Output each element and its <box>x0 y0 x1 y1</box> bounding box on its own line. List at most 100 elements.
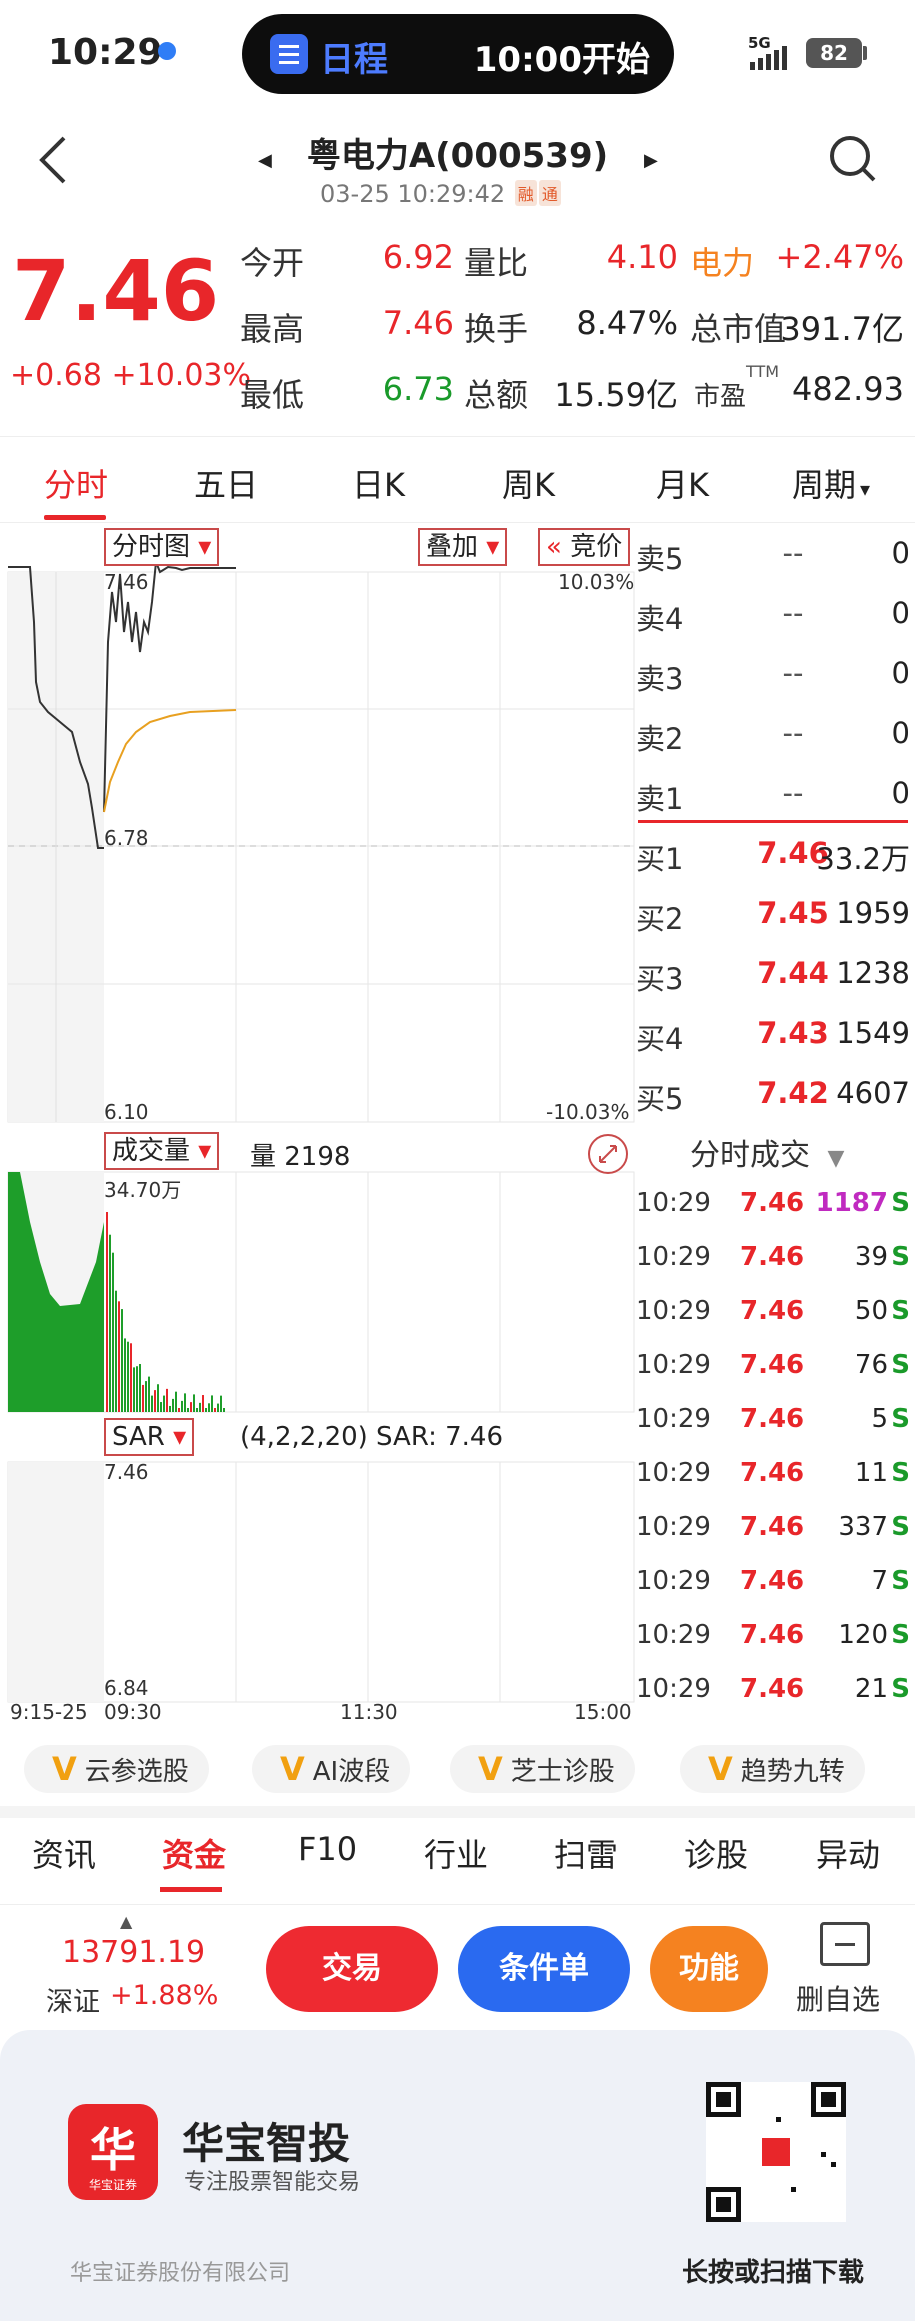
tab-3[interactable]: 周K <box>502 460 555 506</box>
trade-button[interactable]: 交易 <box>266 1926 438 2012</box>
tab-5[interactable]: 周期 ▾ <box>792 460 870 506</box>
tick-side: S <box>891 1512 910 1542</box>
tab-1[interactable]: 五日 <box>194 460 258 506</box>
volume-bar <box>142 1384 144 1412</box>
stat-value: 7.46 <box>382 304 454 342</box>
volume-label: 成交量 <box>112 1136 191 1166</box>
caret-down-icon: ▾ <box>486 532 500 562</box>
tick-row[interactable]: 10:29 7.46 50 S <box>636 1288 910 1338</box>
tick-side: S <box>891 1458 910 1488</box>
level-price: 7.44 <box>757 956 829 990</box>
info-tab[interactable]: 异动 <box>816 1830 880 1876</box>
ask-row[interactable]: 卖1 -- 0 <box>636 768 910 818</box>
tick-side: S <box>891 1188 910 1218</box>
v-badge-icon: V <box>708 1750 733 1788</box>
tick-time: 10:29 <box>636 1188 711 1218</box>
volume-bar <box>223 1408 225 1412</box>
tab-2[interactable]: 日K <box>352 460 405 506</box>
function-button[interactable]: 功能 <box>650 1926 768 2012</box>
tick-price: 7.46 <box>740 1674 805 1704</box>
signal-dot-icon <box>158 42 176 60</box>
ask-row[interactable]: 卖2 -- 0 <box>636 708 910 758</box>
overlay-dropdown[interactable]: 叠加 ▾ <box>418 528 508 566</box>
feature-chip[interactable]: V AI波段 <box>252 1745 411 1793</box>
level-price: 7.42 <box>757 1076 829 1110</box>
ask-row[interactable]: 卖5 -- 0 <box>636 528 910 578</box>
remove-watchlist-icon[interactable] <box>820 1922 870 1966</box>
feature-chip[interactable]: V 云参选股 <box>24 1745 209 1793</box>
tick-row[interactable]: 10:29 7.46 21 S <box>636 1666 910 1716</box>
volume-bar <box>151 1395 153 1412</box>
volume-bar <box>112 1252 114 1412</box>
section-divider <box>0 1806 915 1818</box>
info-tab[interactable]: 扫雷 <box>554 1830 618 1876</box>
expand-icon[interactable] <box>586 1132 630 1176</box>
info-tab[interactable]: 资讯 <box>32 1830 96 1876</box>
bid-row[interactable]: 买3 7.44 1238 <box>636 948 910 998</box>
schedule-label: 日程 <box>320 40 388 80</box>
tick-volume: 21 <box>854 1674 888 1704</box>
logo-subtext: 华宝证券 <box>88 2178 137 2192</box>
ask-row[interactable]: 卖3 -- 0 <box>636 648 910 698</box>
tick-side: S <box>891 1566 910 1596</box>
battery-cap <box>863 46 867 60</box>
tick-row[interactable]: 10:29 7.46 5 S <box>636 1396 910 1446</box>
caret-down-icon: ▾ <box>173 1422 187 1452</box>
volume-bar <box>184 1393 186 1412</box>
stat-label: 今开 <box>240 244 305 282</box>
tick-volume: 1187 <box>815 1188 888 1218</box>
feature-chip[interactable]: V 趋势九转 <box>680 1745 865 1793</box>
tab-0[interactable]: 分时 <box>44 460 108 506</box>
schedule-pill[interactable]: 日程 10:00开始 <box>242 14 674 94</box>
calendar-icon <box>270 34 308 74</box>
level-label: 买4 <box>636 1022 684 1056</box>
info-tab[interactable]: F10 <box>298 1830 357 1868</box>
timechart-dropdown[interactable]: 分时图 ▾ <box>104 528 220 566</box>
tick-price: 7.46 <box>740 1458 805 1488</box>
signal-bars-icon <box>750 46 787 70</box>
tick-row[interactable]: 10:29 7.46 1187 S <box>636 1180 910 1230</box>
tick-row[interactable]: 10:29 7.46 337 S <box>636 1504 910 1554</box>
feature-chip[interactable]: V 芝士诊股 <box>450 1745 635 1793</box>
stat-value: 391.7亿 <box>780 310 904 348</box>
intraday-chart[interactable] <box>0 522 636 1722</box>
auction-toggle[interactable]: « 竞价 <box>538 528 631 566</box>
volume-bar <box>190 1402 192 1412</box>
chip-label: 芝士诊股 <box>510 1757 615 1787</box>
level-label: 买1 <box>636 842 684 876</box>
tab-4[interactable]: 月K <box>656 460 709 506</box>
volume-dropdown[interactable]: 成交量 ▾ <box>104 1132 220 1170</box>
search-icon[interactable] <box>828 134 878 184</box>
remove-watchlist-label[interactable]: 删自选 <box>796 1978 880 2018</box>
bid-row[interactable]: 买4 7.43 1549 <box>636 1008 910 1058</box>
tick-volume: 337 <box>838 1512 888 1542</box>
tick-volume: 11 <box>854 1458 888 1488</box>
ask-row[interactable]: 卖4 -- 0 <box>636 588 910 638</box>
sar-dropdown[interactable]: SAR ▾ <box>104 1418 195 1456</box>
volume-bar <box>217 1403 219 1412</box>
info-tab[interactable]: 诊股 <box>684 1830 748 1876</box>
order-book-divider <box>638 820 908 823</box>
volume-bar <box>175 1391 177 1412</box>
index-value[interactable]: 13791.19 <box>62 1935 205 1970</box>
tick-time: 10:29 <box>636 1296 711 1326</box>
tick-row[interactable]: 10:29 7.46 7 S <box>636 1558 910 1608</box>
volume-bar <box>106 1212 108 1412</box>
next-stock-icon[interactable]: ▶ <box>644 150 658 171</box>
bid-row[interactable]: 买1 7.46 33.2万 <box>636 828 910 878</box>
tick-row[interactable]: 10:29 7.46 39 S <box>636 1234 910 1284</box>
bid-row[interactable]: 买5 7.42 4607 <box>636 1068 910 1118</box>
tick-side: S <box>891 1620 910 1650</box>
tick-row[interactable]: 10:29 7.46 11 S <box>636 1450 910 1500</box>
qr-code-icon[interactable] <box>706 2082 846 2222</box>
tab-active-indicator <box>44 515 106 520</box>
sar-btn-label: SAR <box>112 1422 165 1452</box>
ticks-title[interactable]: 分时成交 ▼ <box>690 1130 844 1174</box>
tick-row[interactable]: 10:29 7.46 120 S <box>636 1612 910 1662</box>
bid-row[interactable]: 买2 7.45 1959 <box>636 888 910 938</box>
info-tab[interactable]: 资金 <box>162 1830 226 1876</box>
tick-row[interactable]: 10:29 7.46 76 S <box>636 1342 910 1392</box>
v-badge-icon: V <box>478 1750 503 1788</box>
info-tab[interactable]: 行业 <box>424 1830 488 1876</box>
conditional-order-button[interactable]: 条件单 <box>458 1926 630 2012</box>
